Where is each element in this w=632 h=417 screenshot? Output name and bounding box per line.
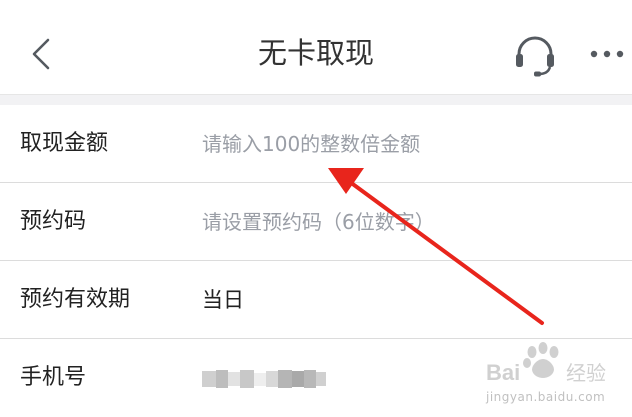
validity-label: 预约有效期	[20, 287, 131, 312]
reservation-code-input[interactable]	[202, 202, 602, 242]
svg-text:Bai: Bai	[486, 360, 520, 385]
more-button[interactable]	[586, 44, 628, 64]
amount-label: 取现金额	[20, 131, 109, 156]
nav-header: 无卡取现	[0, 0, 632, 94]
masked-phone-value	[202, 370, 326, 388]
validity-value: 当日	[202, 288, 244, 312]
more-horizontal-icon	[590, 50, 624, 58]
watermark-url: jingyan.baidu.com	[486, 390, 606, 404]
svg-text:经验: 经验	[566, 361, 606, 385]
phone-label: 手机号	[20, 365, 87, 390]
section-separator	[0, 94, 632, 105]
reservation-code-label: 预约码	[20, 209, 87, 234]
form-row-reservation-code: 预约码	[0, 183, 632, 261]
amount-input[interactable]	[202, 124, 602, 164]
headset-icon	[516, 36, 554, 77]
customer-service-button[interactable]	[512, 32, 558, 78]
form-row-amount: 取现金额	[0, 105, 632, 183]
form-row-validity: 预约有效期 当日	[0, 261, 632, 339]
